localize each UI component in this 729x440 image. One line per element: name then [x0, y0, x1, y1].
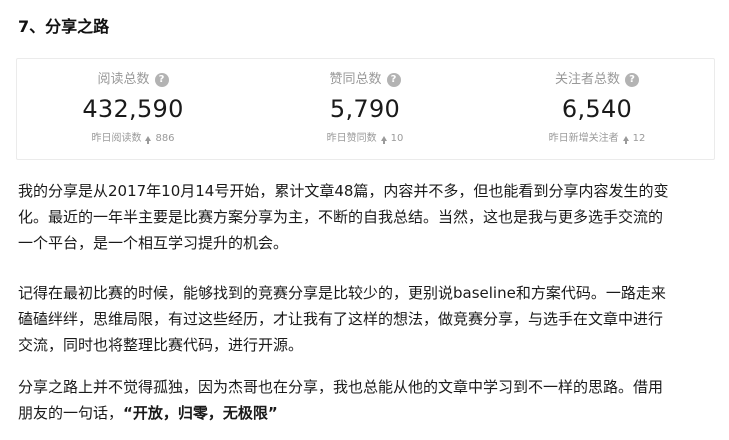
motto-quote: “开放，归零，无极限” — [123, 404, 278, 422]
stat-sub-value: 10 — [390, 133, 404, 144]
stats-panel: 阅读总数 ? 432,590 昨日阅读数 886 赞同总数 ? 5,790 昨日… — [16, 58, 715, 160]
stat-sub-label: 昨日阅读数 — [91, 133, 142, 144]
paragraph-line: 一个平台，是一个相互学习提升的机会。 — [18, 234, 289, 252]
stat-yesterday: 昨日赞同数 10 — [249, 131, 481, 147]
stat-label: 关注者总数 — [554, 72, 620, 87]
paragraph-line: 我的分享是从2017年10月14号开始，累计文章48篇，内容并不多，但也能看到分… — [18, 182, 669, 200]
stat-sub-value: 886 — [155, 133, 175, 144]
paragraph-line: 分享之路上并不觉得孤独，因为杰哥也在分享，我也总能从他的文章中学习到不一样的思路… — [18, 378, 664, 396]
stat-follower-total: 关注者总数 ? 6,540 昨日新增关注者 12 — [481, 69, 713, 147]
paragraph-line: 化。最近的一年半主要是比赛方案分享为主，不断的自我总结。当然，这也是我与更多选手… — [18, 208, 664, 226]
stat-read-total: 阅读总数 ? 432,590 昨日阅读数 886 — [17, 69, 249, 147]
paragraph-not-alone: 分享之路上并不觉得孤独，因为杰哥也在分享，我也总能从他的文章中学习到不一样的思路… — [18, 374, 718, 426]
paragraph-line: 交流，同时也将整理比赛代码，进行开源。 — [18, 336, 304, 354]
stat-label: 赞同总数 — [329, 72, 382, 87]
stat-yesterday: 昨日阅读数 886 — [17, 131, 249, 147]
stat-label: 阅读总数 — [97, 72, 150, 87]
section-title: 7、分享之路 — [18, 17, 110, 36]
question-circle-icon[interactable]: ? — [386, 73, 401, 87]
stat-value: 432,590 — [82, 95, 184, 123]
arrow-up-icon — [622, 135, 629, 144]
question-circle-icon[interactable]: ? — [154, 73, 169, 87]
paragraph-line: 记得在最初比赛的时候，能够找到的竞赛分享是比较少的，更别说baseline和方案… — [18, 284, 666, 302]
quote-intro: 朋友的一句话， — [18, 404, 124, 422]
paragraph-line: 磕磕绊绊，思维局限，有过这些经历，才让我有了这样的想法，做竞赛分享，与选手在文章… — [18, 310, 664, 328]
paragraph-sharing-intro: 我的分享是从2017年10月14号开始，累计文章48篇，内容并不多，但也能看到分… — [18, 178, 718, 256]
question-circle-icon[interactable]: ? — [625, 73, 639, 87]
arrow-up-icon — [145, 135, 152, 144]
paragraph-early-competitions: 记得在最初比赛的时候，能够找到的竞赛分享是比较少的，更别说baseline和方案… — [18, 280, 718, 358]
paragraph-line: 朋友的一句话，“开放，归零，无极限” — [18, 400, 718, 426]
stat-value: 6,540 — [561, 95, 633, 123]
stat-like-total: 赞同总数 ? 5,790 昨日赞同数 10 — [249, 69, 481, 147]
stat-yesterday: 昨日新增关注者 12 — [481, 131, 713, 147]
article-page: 7、分享之路 阅读总数 ? 432,590 昨日阅读数 886 赞同总数 ? 5… — [0, 0, 729, 440]
stat-sub-label: 昨日新增关注者 — [548, 133, 619, 144]
stat-sub-value: 12 — [632, 133, 646, 144]
stat-value: 5,790 — [329, 95, 401, 123]
arrow-up-icon — [380, 135, 387, 144]
stat-sub-label: 昨日赞同数 — [326, 133, 377, 144]
